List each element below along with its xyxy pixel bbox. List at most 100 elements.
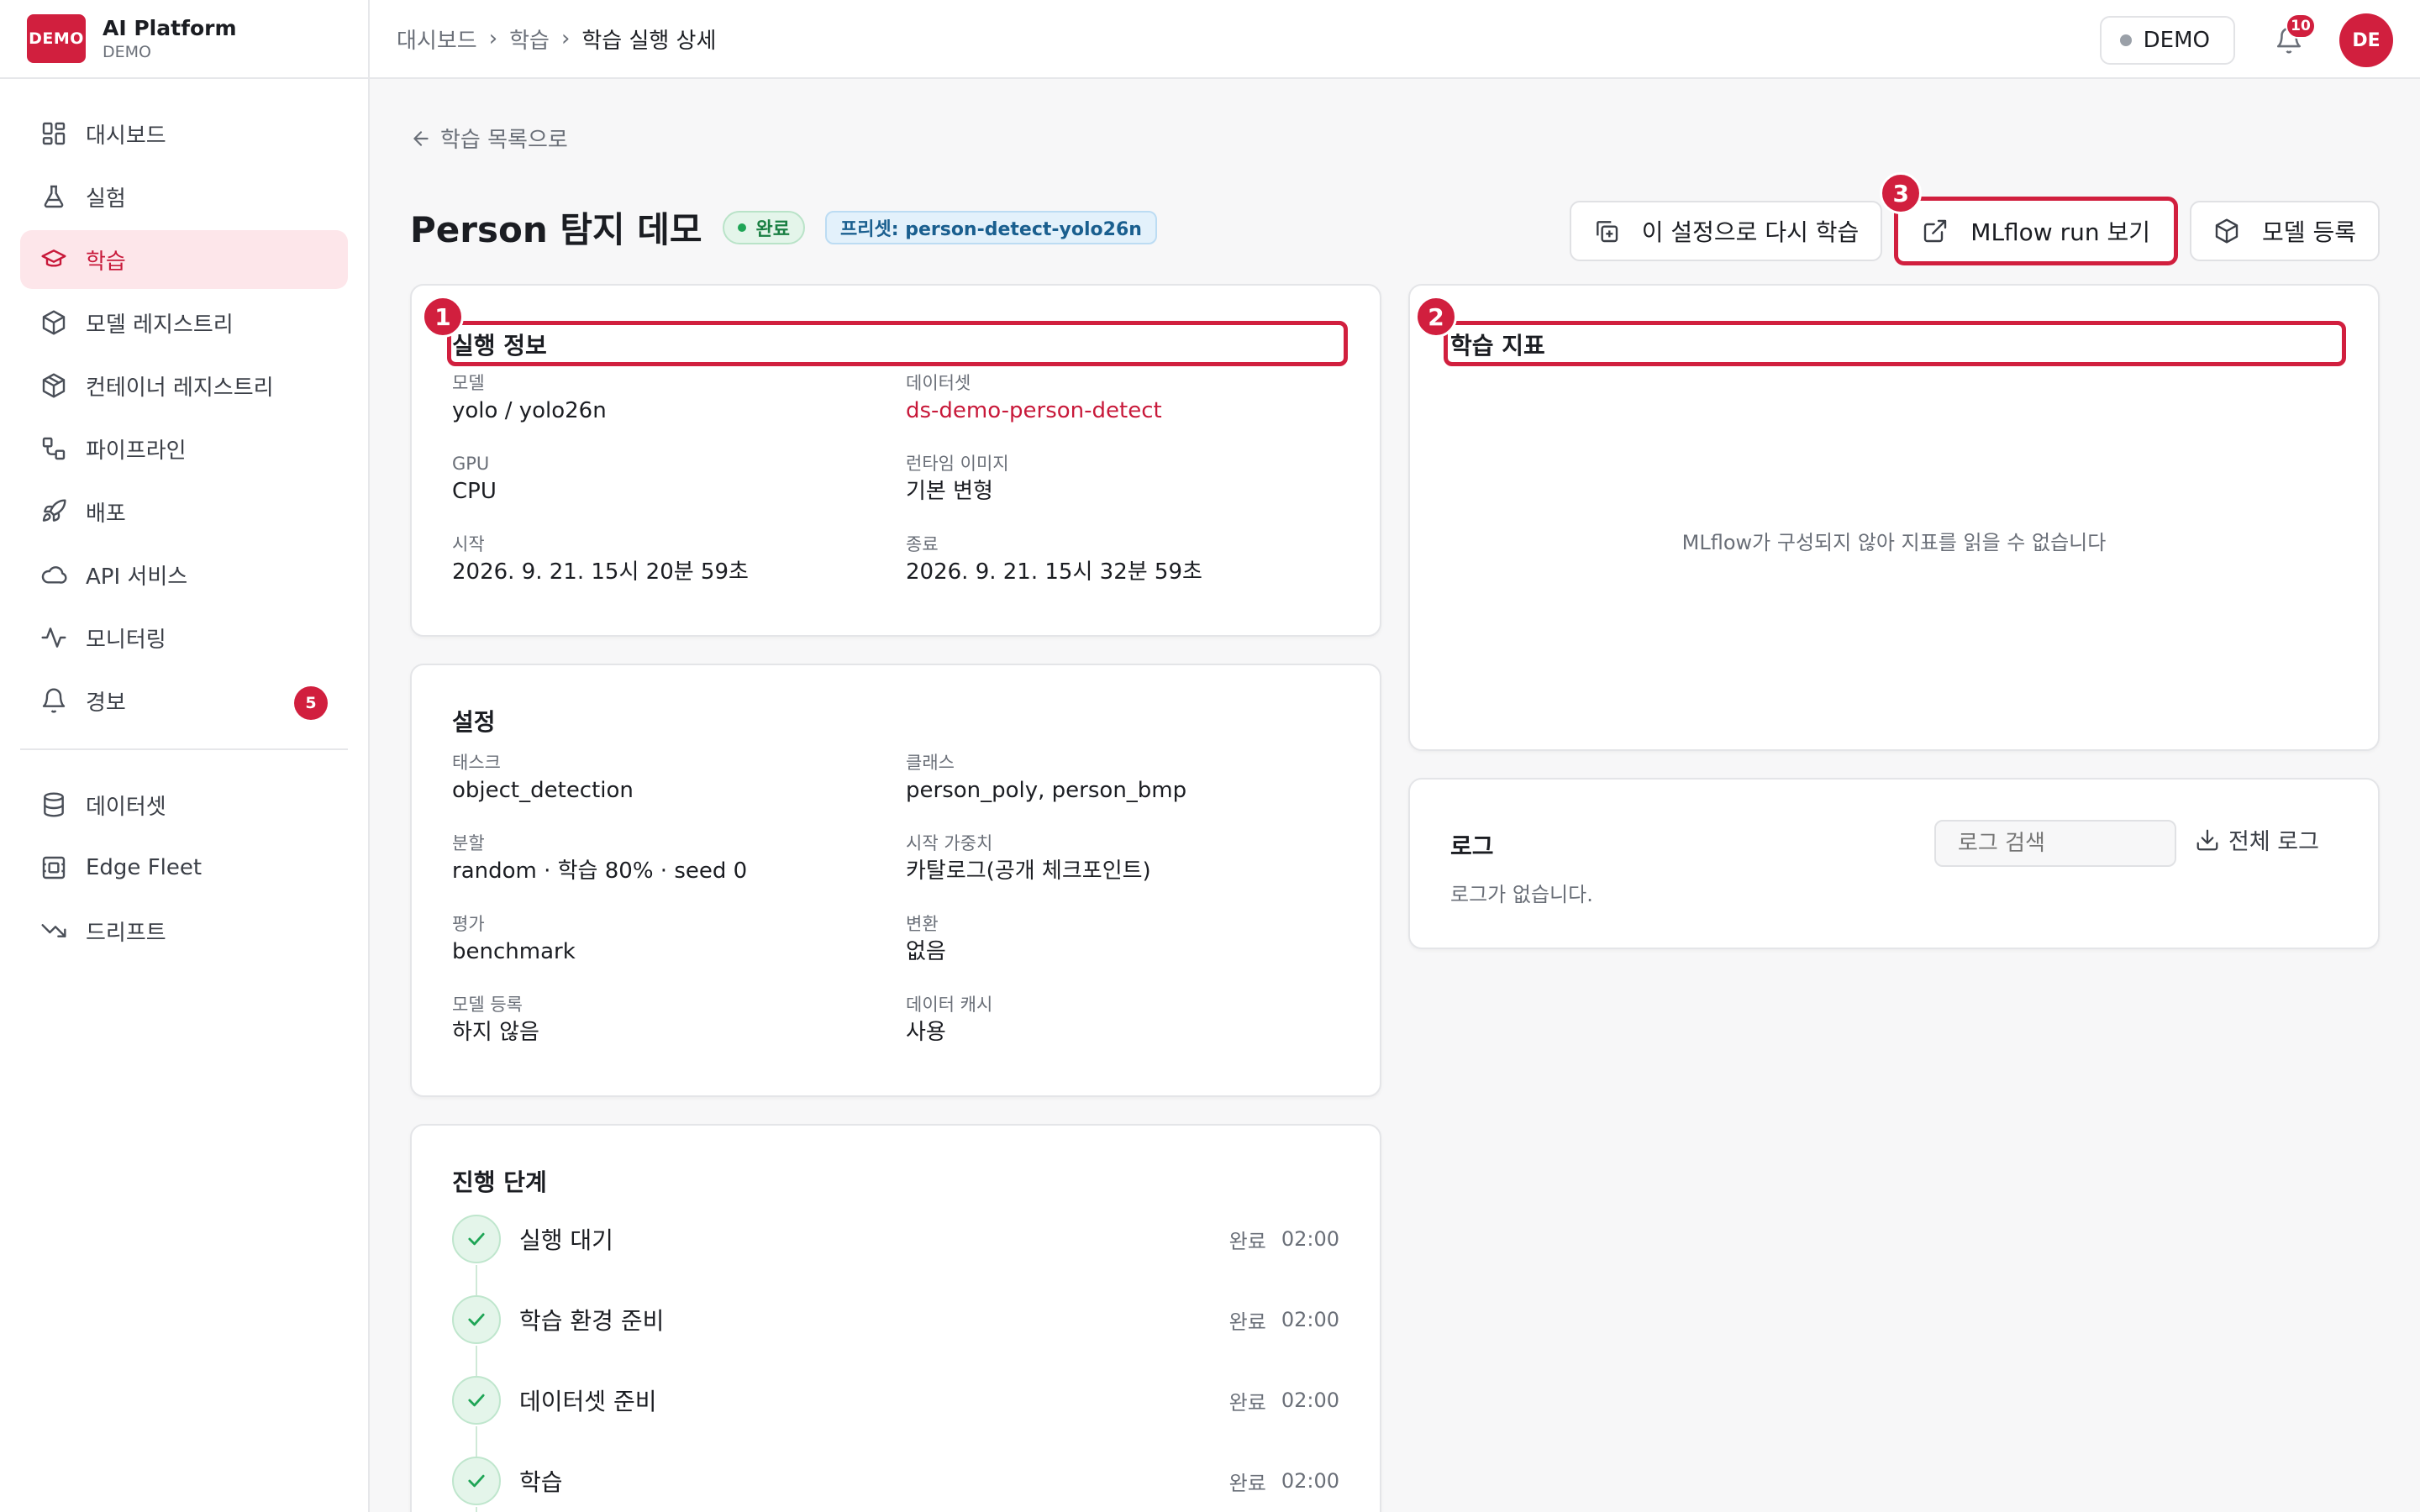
field-label: 모델 xyxy=(452,373,485,393)
breadcrumb-dashboard[interactable]: 대시보드 xyxy=(397,24,477,55)
step-connector xyxy=(476,1507,477,1512)
sidebar-item-datasets[interactable]: 데이터셋 xyxy=(20,775,348,834)
sidebar-item-drift[interactable]: 드리프트 xyxy=(20,901,348,960)
sidebar-item-deploy[interactable]: 배포 xyxy=(20,482,348,541)
sidebar-item-label: 데이터셋 xyxy=(86,794,166,820)
sidebar-item-label: API 서비스 xyxy=(86,564,188,590)
log-search-input[interactable] xyxy=(1934,820,2176,867)
sidebar-item-experiments[interactable]: 실험 xyxy=(20,167,348,226)
sidebar-item-monitoring[interactable]: 모니터링 xyxy=(20,608,348,667)
sidebar-item-dashboard[interactable]: 대시보드 xyxy=(20,104,348,163)
dataset-link[interactable]: ds-demo-person-detect xyxy=(906,395,1162,427)
logs-empty-message: 로그가 없습니다. xyxy=(1450,883,1593,906)
step-status: 완료 xyxy=(1228,1229,1266,1253)
field-model-register: 모델 등록 하지 않음 xyxy=(452,993,539,1048)
back-to-list-link[interactable]: 학습 목록으로 xyxy=(410,123,568,154)
register-label: 모델 등록 xyxy=(2262,218,2356,246)
container-icon xyxy=(39,370,69,401)
field-evaluation: 평가 benchmark xyxy=(452,912,576,968)
step-connector xyxy=(476,1346,477,1376)
step-meta: 완료 02:00 xyxy=(1229,1467,1339,1496)
field-value: 하지 않음 xyxy=(452,1020,539,1045)
graduation-cap-icon xyxy=(39,244,69,275)
breadcrumb-current: 학습 실행 상세 xyxy=(581,28,717,54)
notification-count-badge: 10 xyxy=(2286,13,2316,39)
step-connector xyxy=(476,1426,477,1457)
step-time: 02:00 xyxy=(1281,1389,1339,1412)
chevron-right-icon: › xyxy=(560,26,571,51)
sidebar-item-label: 대시보드 xyxy=(86,123,166,149)
rocket-icon xyxy=(39,496,69,527)
metrics-empty-message: MLflow가 구성되지 않아 지표를 읽을 수 없습니다 xyxy=(1681,531,2107,554)
check-icon xyxy=(452,1215,501,1263)
sidebar-item-pipeline[interactable]: 파이프라인 xyxy=(20,419,348,478)
sidebar-item-alerts[interactable]: 경보 5 xyxy=(20,671,348,730)
step-time: 02:00 xyxy=(1281,1469,1339,1493)
alerts-count-badge: 5 xyxy=(294,686,328,720)
sidebar-item-container-registry[interactable]: 컨테이너 레지스트리 xyxy=(20,356,348,415)
sidebar-item-label: 모니터링 xyxy=(86,627,166,653)
step-name: 학습 xyxy=(519,1468,563,1496)
field-value: 2026. 9. 21. 15시 32분 59초 xyxy=(906,559,1202,585)
sidebar-item-label: 경보 xyxy=(86,690,126,716)
mlflow-label: MLflow run 보기 xyxy=(1970,218,2151,246)
metrics-card: 2 학습 지표 MLflow가 구성되지 않아 지표를 읽을 수 없습니다 xyxy=(1408,284,2380,751)
sidebar-item-training[interactable]: 학습 xyxy=(20,230,348,289)
step-name: 학습 환경 준비 xyxy=(519,1307,665,1335)
brand-text: AI Platform DEMO xyxy=(103,15,237,62)
field-label: 런타임 이미지 xyxy=(906,454,1009,474)
title-row: Person 탐지 데모 완료 프리셋: person-detect-yolo2… xyxy=(410,202,1157,253)
sidebar-item-edge-fleet[interactable]: Edge Fleet xyxy=(20,838,348,897)
register-model-button[interactable]: 모델 등록 xyxy=(2190,201,2380,261)
rerun-label: 이 설정으로 다시 학습 xyxy=(1641,218,1860,246)
field-model: 모델 yolo / yolo26n xyxy=(452,371,607,427)
settings-card: 설정 태스크 object_detection 클래스 person_poly,… xyxy=(410,664,1381,1097)
field-label: 종료 xyxy=(906,534,939,554)
brand-name: AI Platform xyxy=(103,16,237,40)
brand[interactable]: DEMO AI Platform DEMO xyxy=(0,0,368,79)
sidebar-item-label: 컨테이너 레지스트리 xyxy=(86,375,274,401)
sidebar-item-model-registry[interactable]: 모델 레지스트리 xyxy=(20,293,348,352)
run-info-card: 1 실행 정보 모델 yolo / yolo26n 데이터셋 ds-demo-p… xyxy=(410,284,1381,637)
step-meta: 완료 02:00 xyxy=(1229,1305,1339,1335)
step-name: 데이터셋 준비 xyxy=(519,1388,657,1415)
field-value: benchmark xyxy=(452,939,576,964)
step-status: 완료 xyxy=(1228,1390,1266,1415)
settings-title: 설정 xyxy=(452,708,496,736)
env-label: DEMO xyxy=(2143,28,2210,53)
page-title: Person 탐지 데모 xyxy=(410,209,702,250)
download-icon xyxy=(2196,829,2218,850)
sidebar-item-api-service[interactable]: API 서비스 xyxy=(20,545,348,604)
step-name: 실행 대기 xyxy=(519,1226,613,1254)
run-info-highlight xyxy=(447,321,1348,366)
step-item: 학습 환경 준비 완료 02:00 xyxy=(452,1295,1339,1344)
env-status-dot xyxy=(2119,34,2132,46)
environment-selector[interactable]: DEMO xyxy=(2099,16,2235,65)
field-label: 클래스 xyxy=(906,753,955,773)
download-all-logs-button[interactable]: 전체 로그 xyxy=(2195,823,2319,856)
field-start: 시작 2026. 9. 21. 15시 20분 59초 xyxy=(452,533,749,588)
field-value: CPU xyxy=(452,479,497,504)
field-classes: 클래스 person_poly, person_bmp xyxy=(906,751,1186,806)
field-label: 평가 xyxy=(452,914,485,934)
breadcrumb-training[interactable]: 학습 xyxy=(509,24,550,55)
bell-icon xyxy=(39,685,69,716)
rerun-button[interactable]: 이 설정으로 다시 학습 xyxy=(1569,201,1883,261)
chevron-right-icon: › xyxy=(488,26,498,51)
topbar-actions: DEMO 10 DE xyxy=(2099,13,2393,67)
mlflow-run-button[interactable]: 3 MLflow run 보기 xyxy=(1880,172,2179,265)
step-connector xyxy=(476,1265,477,1295)
annotation-marker-1: 1 xyxy=(422,296,464,338)
field-label: 태스크 xyxy=(452,753,501,773)
notifications-button[interactable]: 10 xyxy=(2267,13,2316,62)
pipeline-icon xyxy=(39,433,69,464)
nav-group-main: 대시보드 실험 학습 모델 레지스트리 컨테이너 레지스트리 파이프라인 배포 … xyxy=(20,79,348,730)
status-label: 완료 xyxy=(755,218,791,240)
dashboard-icon xyxy=(39,118,69,149)
topbar: 대시보드 › 학습 › 학습 실행 상세 DEMO 10 DE xyxy=(370,0,2420,79)
cube-icon xyxy=(2215,218,2238,244)
field-value: 사용 xyxy=(906,1020,946,1045)
field-label: 데이터셋 xyxy=(906,373,971,393)
sidebar-item-label: 실험 xyxy=(86,186,126,212)
avatar[interactable]: DE xyxy=(2339,13,2393,67)
